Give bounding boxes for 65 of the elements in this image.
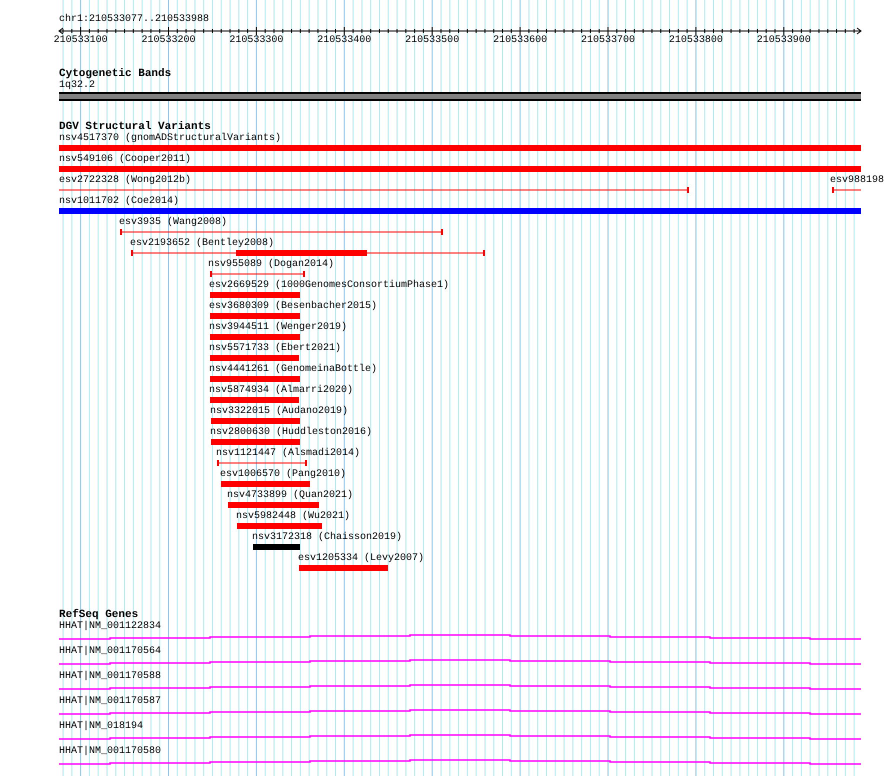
- variant-label: nsv4441261 (GenomeinaBottle): [209, 364, 378, 376]
- variant-bar[interactable]: [59, 208, 861, 214]
- variant-bar[interactable]: [210, 355, 299, 361]
- variant-span[interactable]: [210, 271, 305, 277]
- variant-bar[interactable]: [237, 523, 322, 529]
- ruler-label: 210533800: [668, 35, 723, 47]
- variant-label: nsv4733899 (Quan2021): [227, 490, 354, 502]
- variant-label: nsv3172318 (Chaisson2019): [252, 532, 402, 544]
- variant-label: nsv3322015 (Audano2019): [210, 406, 348, 418]
- variant-label: nsv5571733 (Ebert2021): [209, 343, 342, 355]
- location-label: chr1:210533077..210533988: [59, 14, 210, 25]
- variant-label: nsv4517370 (gnomADStructuralVariants): [59, 133, 282, 145]
- variant-span[interactable]: [120, 229, 443, 235]
- track-title: DGV Structural Variants: [59, 121, 211, 133]
- gene-label: HHAT|NM_001122834: [59, 621, 162, 632]
- variant-label: nsv955089 (Dogan2014): [208, 259, 334, 271]
- variant-label: esv988198: [830, 175, 884, 187]
- variant-label: nsv1011702 (Coe2014): [59, 196, 180, 208]
- variant-bar[interactable]: [210, 397, 299, 403]
- track-title: Cytogenetic Bands: [59, 68, 172, 80]
- chromosome-band[interactable]: [59, 92, 861, 101]
- ruler-label: 210533300: [229, 35, 284, 47]
- variant-bar[interactable]: [210, 376, 300, 382]
- gene-label: HHAT|NM_018194: [59, 721, 144, 732]
- variant-bar[interactable]: [211, 418, 300, 424]
- variant-span[interactable]: [217, 460, 307, 466]
- variant-bar[interactable]: [59, 145, 861, 151]
- ruler-label: 210533500: [405, 35, 460, 47]
- variant-label: esv2722328 (Wong2012b): [59, 175, 192, 187]
- variant-bar[interactable]: [210, 313, 300, 319]
- variant-label: esv2669529 (1000GenomesConsortiumPhase1): [209, 280, 450, 292]
- gene-label: HHAT|NM_001170588: [59, 671, 162, 682]
- variant-bar[interactable]: [210, 334, 300, 340]
- variant-bar[interactable]: [253, 544, 300, 550]
- gene-label: HHAT|NM_001170580: [59, 746, 162, 757]
- variant-label: esv3680309 (Besenbacher2015): [209, 301, 378, 313]
- variant-label: nsv5874934 (Almarri2020): [209, 385, 354, 397]
- variant-span[interactable]: [832, 187, 861, 193]
- ruler-label: 210533700: [581, 35, 635, 47]
- ruler-label: 210533600: [493, 35, 548, 47]
- ruler-label: 210533200: [142, 35, 196, 47]
- variant-label: nsv1121447 (Alsmadi2014): [216, 448, 360, 460]
- variant-bar[interactable]: [228, 502, 319, 508]
- variant-label: esv2193652 (Bentley2008): [130, 238, 274, 250]
- band-label: 1q32.2: [59, 80, 96, 91]
- variant-label: nsv549106 (Cooper2011): [59, 154, 192, 166]
- variant-bar[interactable]: [299, 565, 388, 571]
- variant-label: esv1205334 (Levy2007): [298, 553, 424, 565]
- ruler-label: 210533400: [317, 35, 372, 47]
- track-title: RefSeq Genes: [59, 609, 138, 621]
- gene-label: HHAT|NM_001170587: [59, 696, 162, 707]
- variant-bar[interactable]: [210, 292, 300, 298]
- variant-bar[interactable]: [211, 439, 300, 445]
- gene-label: HHAT|NM_001170564: [59, 646, 162, 657]
- ruler-label: 210533900: [756, 35, 811, 47]
- variant-label: nsv3944511 (Wenger2019): [209, 322, 348, 334]
- variant-span[interactable]: [59, 187, 689, 193]
- variant-label: esv1006570 (Pang2010): [220, 469, 346, 481]
- ruler-label: 210533100: [54, 35, 108, 47]
- variant-span[interactable]: [131, 250, 485, 256]
- variant-bar[interactable]: [59, 166, 861, 172]
- variant-label: nsv2800630 (Huddleston2016): [210, 427, 372, 439]
- variant-label: esv3935 (Wang2008): [119, 217, 228, 229]
- variant-bar[interactable]: [221, 481, 310, 487]
- variant-label: nsv5982448 (Wu2021): [236, 511, 350, 523]
